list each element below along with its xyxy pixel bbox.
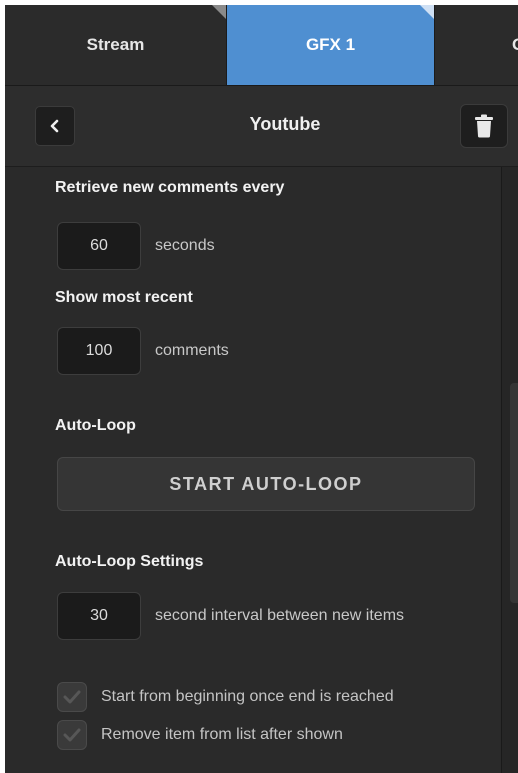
page-title: Youtube: [249, 114, 321, 134]
checkmark-icon: [63, 690, 81, 704]
autoloop-settings-label: Auto-Loop Settings: [55, 553, 204, 570]
tab-corner-icon: [212, 5, 226, 19]
option-remove-after-shown[interactable]: Remove item from list after shown: [57, 720, 343, 750]
scrollbar-thumb[interactable]: [510, 383, 518, 603]
back-button[interactable]: [35, 106, 75, 146]
panel-header: Youtube: [5, 86, 518, 167]
retrieve-label: Retrieve new comments every: [55, 179, 285, 196]
start-autoloop-button[interactable]: START AUTO-LOOP: [57, 457, 475, 511]
interval-input[interactable]: 30: [57, 592, 141, 640]
tab-next-label: G: [512, 35, 518, 55]
retrieve-unit: seconds: [155, 237, 215, 254]
autoloop-label: Auto-Loop: [55, 417, 136, 434]
tab-next[interactable]: G: [435, 5, 518, 85]
settings-content: Retrieve new comments every 60 seconds S…: [5, 167, 500, 773]
tab-bar: Stream GFX 1 G: [5, 5, 518, 86]
interval-unit: second interval between new items: [155, 607, 405, 624]
tab-corner-icon: [420, 5, 434, 19]
remove-after-shown-label: Remove item from list after shown: [101, 726, 343, 743]
chevron-left-icon: [50, 119, 59, 133]
start-from-beginning-label: Start from beginning once end is reached: [101, 688, 394, 705]
show-recent-label: Show most recent: [55, 289, 193, 306]
option-start-from-beginning[interactable]: Start from beginning once end is reached: [57, 682, 394, 712]
start-from-beginning-checkbox[interactable]: [57, 682, 87, 712]
show-recent-input[interactable]: 100: [57, 327, 141, 375]
checkmark-icon: [63, 728, 81, 742]
show-recent-unit: comments: [155, 342, 229, 359]
trash-icon: [475, 114, 493, 138]
gfx-panel: Stream GFX 1 G Youtube Retrieve new comm…: [5, 5, 518, 773]
tab-stream[interactable]: Stream: [5, 5, 227, 85]
remove-after-shown-checkbox[interactable]: [57, 720, 87, 750]
delete-button[interactable]: [460, 104, 508, 148]
tab-gfx1-label: GFX 1: [305, 35, 356, 54]
retrieve-interval-input[interactable]: 60: [57, 222, 141, 270]
tab-stream-label: Stream: [86, 35, 145, 54]
tab-gfx1[interactable]: GFX 1: [227, 5, 435, 85]
